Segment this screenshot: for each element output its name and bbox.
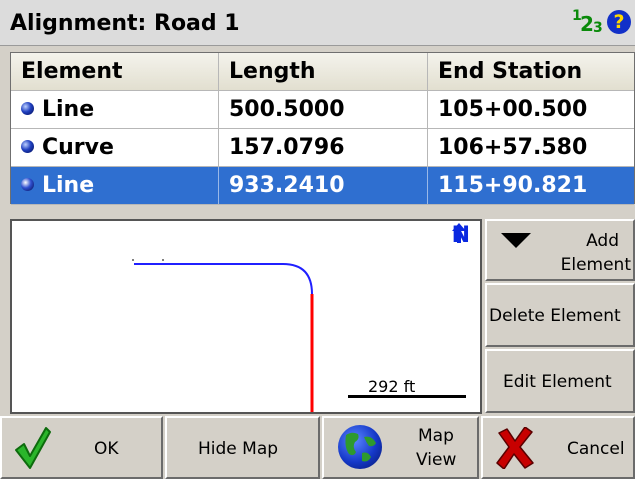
edit-element-label: Edit Element: [503, 372, 612, 392]
alignment-elements-table: Element Length End Station Line 500.5000…: [10, 52, 635, 205]
checkmark-icon: [15, 427, 51, 469]
ok-label: OK: [94, 439, 119, 459]
north-indicator: N: [451, 223, 470, 248]
numeric-keypad-icon[interactable]: 1 2 3: [572, 8, 604, 36]
bullet-icon: [21, 177, 34, 191]
element-cell: Line: [11, 167, 219, 204]
globe-icon: [338, 425, 382, 469]
element-type: Line: [42, 173, 95, 198]
digit-3: 3: [593, 20, 603, 36]
end-station-cell: 115+90.821: [438, 173, 588, 198]
element-type: Curve: [42, 135, 114, 160]
delete-element-button[interactable]: Delete Element: [485, 283, 635, 347]
add-element-button[interactable]: Add Element: [485, 219, 635, 281]
bullet-icon: [21, 101, 34, 115]
north-arrow-icon: [451, 223, 466, 243]
scale-bar: [348, 395, 466, 398]
column-header-length[interactable]: Length: [219, 53, 428, 90]
delete-element-label: Delete Element: [489, 306, 621, 326]
length-cell: 500.5000: [219, 91, 428, 128]
end-station-cell: 105+00.500: [438, 97, 588, 122]
element-cell: Line: [11, 91, 219, 128]
column-header-end-station[interactable]: End Station: [428, 53, 634, 90]
cancel-x-icon: [496, 427, 534, 469]
length-cell: 157.0796: [219, 129, 428, 166]
ok-button[interactable]: OK: [0, 416, 163, 479]
scale-label: 292 ft: [368, 377, 416, 396]
add-element-label-line1: Add: [586, 231, 619, 251]
cancel-button[interactable]: Cancel: [481, 416, 635, 479]
map-view-label-line1: Map: [418, 426, 454, 446]
add-element-label-line2: Element: [560, 255, 631, 275]
dropdown-triangle-icon: [501, 233, 531, 248]
map-view-label-line2: View: [416, 450, 457, 470]
table-row[interactable]: Curve 157.0796 106+57.580: [11, 129, 634, 167]
length-cell: 933.2410: [219, 167, 428, 204]
map-view-button[interactable]: Map View: [322, 416, 479, 479]
digit-2: 2: [580, 12, 594, 36]
bullet-icon: [21, 139, 34, 153]
table-row[interactable]: Line 500.5000 105+00.500: [11, 91, 634, 129]
hide-map-label: Hide Map: [198, 439, 279, 459]
edit-element-button[interactable]: Edit Element: [485, 349, 635, 413]
window-title: Alignment: Road 1: [10, 11, 240, 36]
element-type: Line: [42, 97, 95, 122]
column-header-element[interactable]: Element: [11, 53, 219, 90]
hide-map-button[interactable]: Hide Map: [165, 416, 320, 479]
title-bar: Alignment: Road 1 1 2 3 ?: [0, 0, 635, 46]
end-station-cell: 106+57.580: [438, 135, 588, 160]
alignment-line-curve: [134, 263, 313, 295]
alignment-map[interactable]: N 292 ft: [10, 219, 482, 414]
help-icon[interactable]: ?: [607, 10, 631, 34]
table-header: Element Length End Station: [11, 53, 634, 91]
table-row-selected[interactable]: Line 933.2410 115+90.821: [11, 167, 634, 205]
element-cell: Curve: [11, 129, 219, 166]
cancel-label: Cancel: [567, 439, 625, 459]
